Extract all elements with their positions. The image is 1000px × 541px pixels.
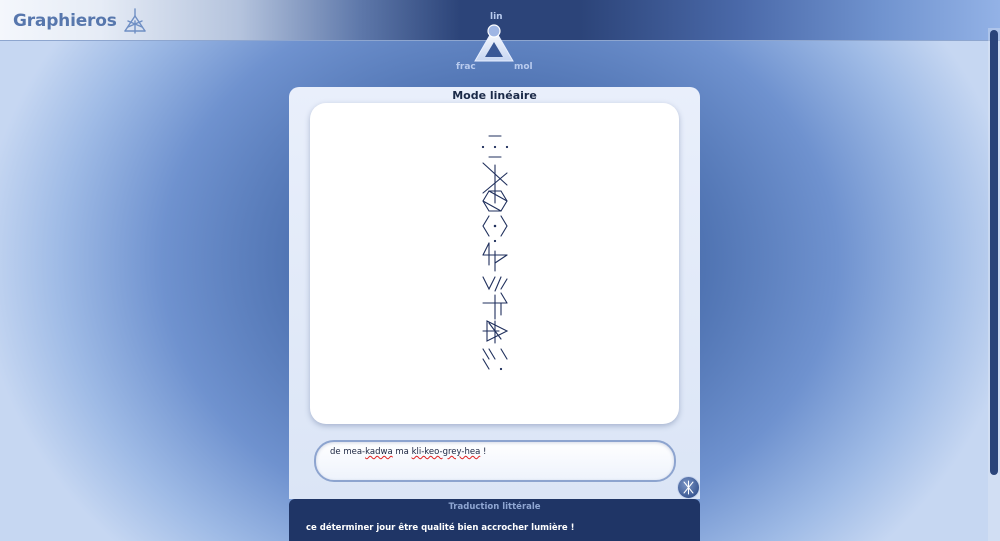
input-word: ! [480, 447, 487, 457]
mode-switcher: lin frac mol [452, 8, 538, 74]
translation-text: ce déterminer jour être qualité bien acc… [306, 523, 575, 533]
text-input-field[interactable]: de mea-kadwa ma kli-keo-grey-hea ! [314, 440, 676, 482]
logo[interactable]: Graphieros [13, 7, 149, 35]
clear-glyph-icon [683, 480, 694, 495]
translation-title: Traduction littérale [448, 502, 541, 512]
mode-frac-button[interactable]: frac [456, 62, 476, 72]
scrollbar-thumb[interactable] [990, 30, 998, 475]
main-panel: Mode linéaire de mea-kadwa ma kli-keo-gr… [289, 87, 700, 499]
input-word: de mea- [330, 447, 366, 457]
mode-lin-button[interactable]: lin [490, 12, 503, 22]
glyph-canvas [310, 103, 679, 424]
input-word-misspelled: kadwa [365, 447, 393, 457]
panel-title: Mode linéaire [452, 89, 537, 102]
mode-triangle-icon[interactable] [473, 24, 515, 64]
translation-panel: Traduction littérale ce déterminer jour … [289, 499, 700, 541]
logo-text: Graphieros [13, 11, 117, 31]
glyph-drawing [481, 135, 509, 371]
input-word: ma [392, 447, 412, 457]
input-word-misspelled: kli-keo-grey-hea [411, 447, 481, 457]
mode-mol-button[interactable]: mol [514, 62, 533, 72]
text-input-value[interactable]: de mea-kadwa ma kli-keo-grey-hea ! [330, 447, 486, 457]
graphieros-glyph-icon [123, 8, 146, 34]
scrollbar[interactable] [988, 28, 1000, 541]
clear-button[interactable] [677, 476, 700, 499]
